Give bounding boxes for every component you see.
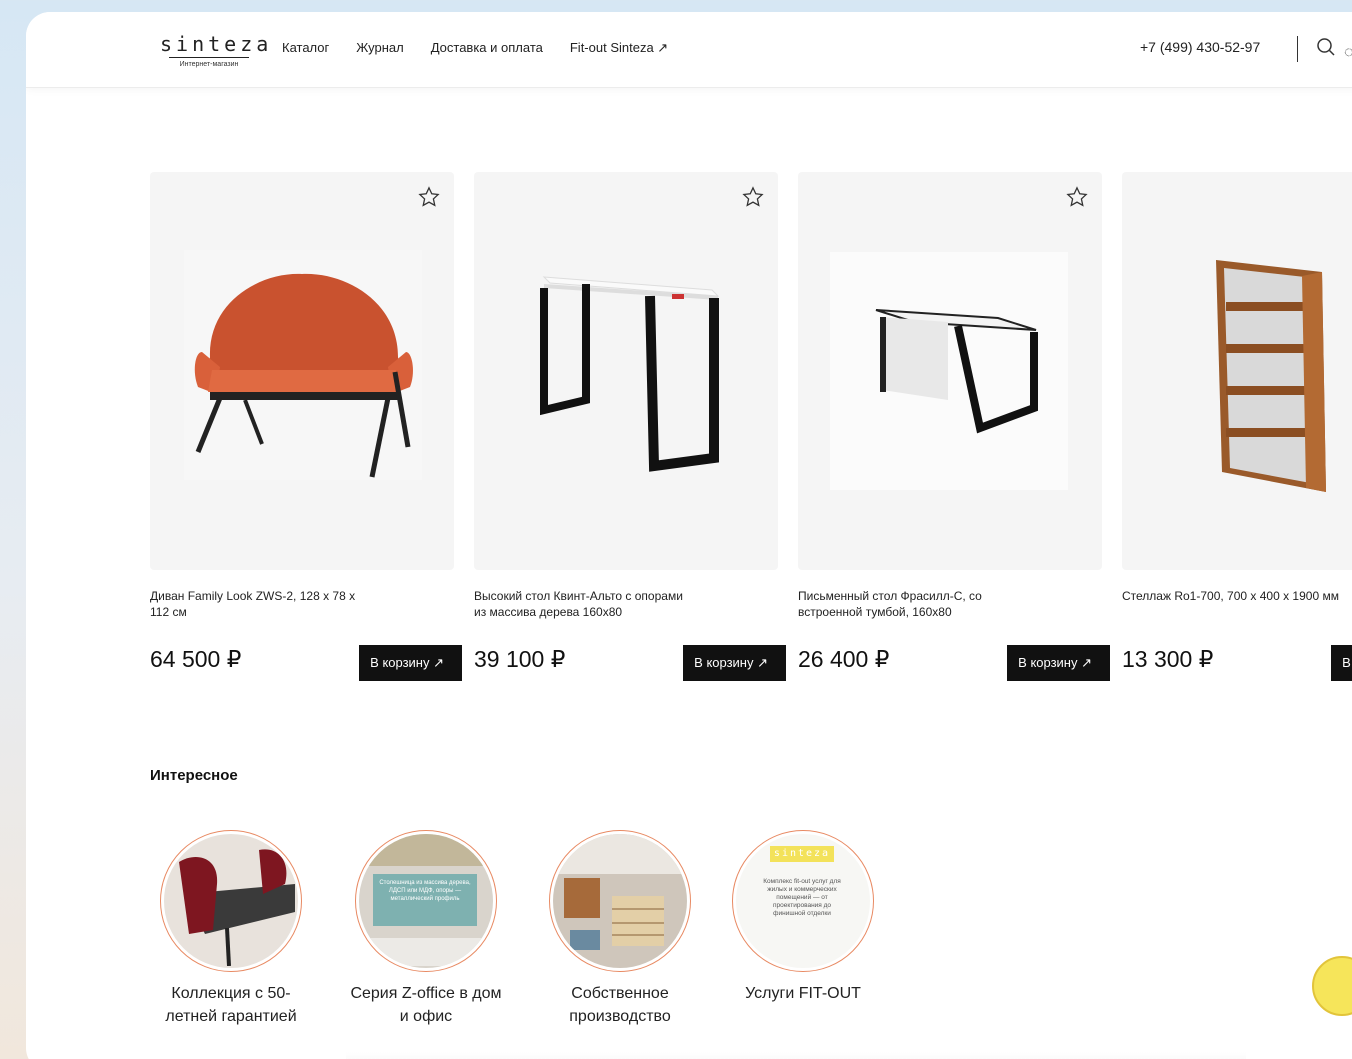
- add-to-cart-button[interactable]: В корзину ↗: [1331, 645, 1352, 681]
- sofa-image: [184, 250, 422, 480]
- site-logo[interactable]: sinteza Интернет-магазин: [160, 32, 273, 69]
- product-card[interactable]: В корзину ↗ Диван Family Look ZWS-2, 128…: [150, 172, 462, 681]
- product-card[interactable]: В корзину ↗ Высокий стол Квинт-Альто с о…: [474, 172, 786, 681]
- nav-fitout[interactable]: Fit-out Sinteza ↗: [570, 40, 668, 56]
- header-divider: [1297, 36, 1298, 62]
- nav-catalog[interactable]: Каталог: [282, 40, 329, 56]
- story-image: [553, 834, 687, 968]
- shelving-image: [1216, 260, 1326, 492]
- product-image[interactable]: [150, 172, 454, 570]
- story-inner-text: Комплекс fit-out услуг для жилых и комме…: [763, 878, 841, 917]
- product-name[interactable]: Письменный стол Фрасилл-С, со встроенной…: [798, 588, 1018, 636]
- add-to-cart-button[interactable]: В корзину ↗: [359, 645, 462, 681]
- story-circle[interactable]: [160, 830, 302, 972]
- product-name[interactable]: Высокий стол Квинт-Альто с опорами из ма…: [474, 588, 694, 636]
- logo-word: sinteza: [160, 32, 273, 56]
- phone-number[interactable]: +7 (499) 430-52-97: [1140, 39, 1260, 55]
- product-name[interactable]: Стеллаж Ro1-700, 700 x 400 x 1900 мм: [1122, 588, 1342, 636]
- product-image[interactable]: [474, 172, 778, 570]
- bottom-bar: [346, 1052, 1246, 1059]
- story-label[interactable]: Услуги FIT-OUT: [727, 982, 879, 1005]
- search-icon[interactable]: [1316, 37, 1336, 57]
- story-image: sinteza Комплекс fit-out услуг для жилых…: [736, 834, 870, 968]
- writing-desk-image: [830, 252, 1068, 490]
- account-icon[interactable]: ◌: [1344, 44, 1352, 62]
- story-item[interactable]: sinteza Комплекс fit-out услуг для жилых…: [727, 830, 879, 1005]
- site-header: sinteza Интернет-магазин Каталог Журнал …: [26, 12, 1352, 88]
- story-image: Столешница из массива дерева, ЛДСП или М…: [359, 834, 493, 968]
- favorite-star-icon[interactable]: [1066, 186, 1088, 208]
- section-title: Интересное: [150, 767, 238, 784]
- story-image: [164, 834, 298, 968]
- story-label[interactable]: Собственное производство: [544, 982, 696, 1028]
- add-to-cart-button[interactable]: В корзину ↗: [1007, 645, 1110, 681]
- story-inner-text: Столешница из массива дерева, ЛДСП или М…: [373, 874, 477, 926]
- story-item[interactable]: Собственное производство: [544, 830, 696, 1028]
- browser-page: sinteza Интернет-магазин Каталог Журнал …: [26, 12, 1352, 1059]
- story-circle[interactable]: [549, 830, 691, 972]
- favorite-star-icon[interactable]: [742, 186, 764, 208]
- nav-journal[interactable]: Журнал: [356, 40, 403, 56]
- product-card[interactable]: В корзину ↗ Стеллаж Ro1-700, 700 x 400 x…: [1122, 172, 1352, 681]
- product-image[interactable]: [798, 172, 1102, 570]
- main-nav: Каталог Журнал Доставка и оплата Fit-out…: [282, 40, 668, 56]
- story-item[interactable]: Столешница из массива дерева, ЛДСП или М…: [350, 830, 502, 1028]
- product-name[interactable]: Диван Family Look ZWS-2, 128 x 78 x 112 …: [150, 588, 370, 636]
- add-to-cart-button[interactable]: В корзину ↗: [683, 645, 786, 681]
- product-card[interactable]: В корзину ↗ Письменный стол Фрасилл-С, с…: [798, 172, 1110, 681]
- story-inner-logo: sinteza: [770, 846, 834, 862]
- favorite-star-icon[interactable]: [418, 186, 440, 208]
- nav-delivery[interactable]: Доставка и оплата: [431, 40, 543, 56]
- story-label[interactable]: Серия Z-office в дом и офис: [350, 982, 502, 1028]
- story-circle[interactable]: Столешница из массива дерева, ЛДСП или М…: [355, 830, 497, 972]
- high-table-image: [540, 276, 720, 472]
- logo-subtitle: Интернет-магазин: [169, 57, 249, 69]
- story-circle[interactable]: sinteza Комплекс fit-out услуг для жилых…: [732, 830, 874, 972]
- story-item[interactable]: Коллекция с 50-летней гарантией: [155, 830, 307, 1028]
- story-label[interactable]: Коллекция с 50-летней гарантией: [155, 982, 307, 1028]
- product-image[interactable]: [1122, 172, 1352, 570]
- product-price: 13 300 ₽: [1122, 646, 1214, 672]
